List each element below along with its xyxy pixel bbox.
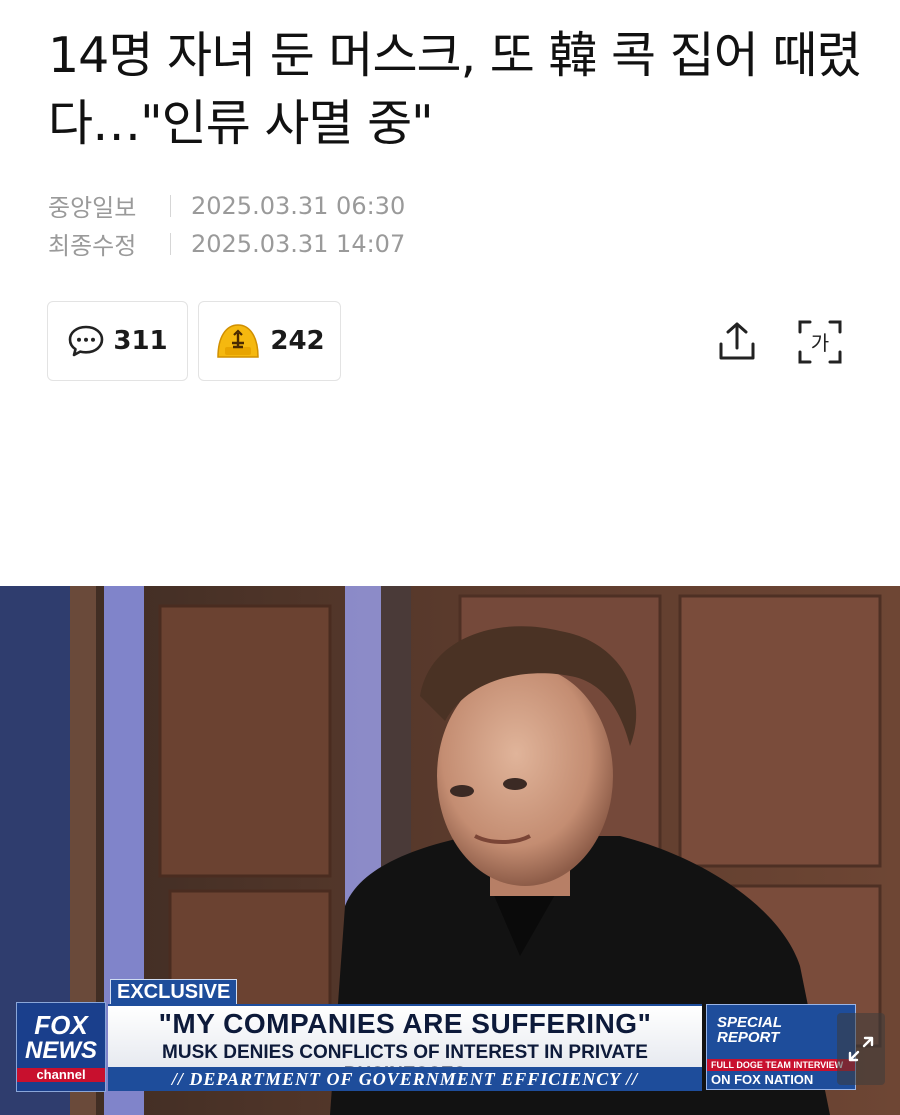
publisher-name[interactable]: 중앙일보 — [48, 188, 156, 223]
chyron-special-report: SPECIAL REPORT FULL DOGE TEAM INTERVIEW … — [706, 1004, 856, 1090]
updated-label: 최종수정 — [48, 232, 137, 260]
chyron-exclusive-tag: EXCLUSIVE — [110, 979, 238, 1006]
font-size-label: 가 — [811, 331, 829, 355]
article-headline: 14명 자녀 둔 머스크, 또 韓 콕 집어 때렸다…"인류 사멸 중" — [48, 27, 862, 152]
comment-count: 311 — [113, 326, 168, 356]
logo-text-channel: channel — [17, 1068, 105, 1082]
special-report-text: SPECIAL REPORT — [717, 1015, 782, 1045]
divider — [170, 194, 171, 217]
font-size-icon[interactable]: 가 — [796, 318, 844, 366]
fox-news-logo: FOX NEWS channel — [16, 1002, 106, 1092]
share-icon[interactable] — [713, 318, 761, 366]
chyron-main: "MY COMPANIES ARE SUFFERING" MUSK DENIES… — [108, 1004, 702, 1085]
published-time: 2025.03.31 06:30 — [191, 191, 406, 220]
comment-icon — [69, 325, 104, 357]
fox-nation-text: ON FOX NATION — [711, 1072, 814, 1087]
special-line2: REPORT — [717, 1029, 780, 1046]
chyron-headline: "MY COMPANIES ARE SUFFERING" — [158, 1008, 652, 1039]
updated-time: 2025.03.31 14:07 — [191, 229, 406, 258]
reaction-count: 242 — [270, 326, 325, 356]
logo-text-news: NEWS — [25, 1037, 97, 1064]
logo-text-fox: FOX — [34, 1010, 88, 1040]
expand-photo-button[interactable] — [837, 1013, 885, 1085]
expand-icon — [848, 1036, 874, 1062]
divider — [170, 232, 171, 255]
update-info: 최종수정 2025.03.31 14:07 — [48, 226, 405, 261]
publish-info: 중앙일보 2025.03.31 06:30 — [48, 188, 405, 223]
comment-button[interactable]: 311 — [47, 301, 188, 381]
full-interview-text: FULL DOGE TEAM INTERVIEW — [707, 1059, 855, 1071]
reaction-button[interactable]: 242 — [198, 301, 341, 381]
chyron-department: // DEPARTMENT OF GOVERNMENT EFFICIENCY /… — [108, 1067, 702, 1091]
reaction-face-icon — [217, 324, 260, 358]
